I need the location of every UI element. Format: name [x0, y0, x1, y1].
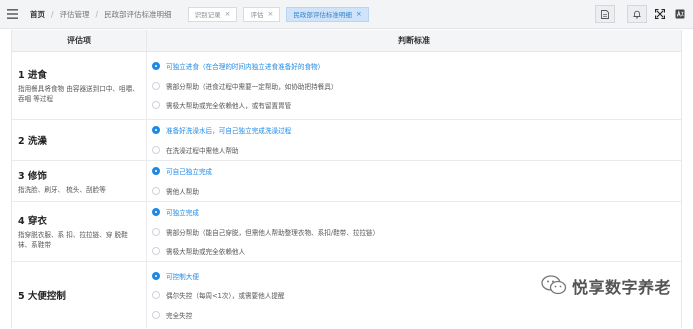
breadcrumb: 首页 / 评估管理 / 民政部评估标准明细 [30, 9, 172, 20]
item-description: 指穿脱衣服、系 扣、拉拉链、穿 脱鞋袜、系鞋带 [18, 231, 128, 249]
breadcrumb-home[interactable]: 首页 [30, 9, 45, 20]
radio-button[interactable] [152, 291, 160, 299]
option-label: 可控制大便 [166, 272, 199, 281]
radio-button[interactable] [152, 247, 160, 255]
criteria-options: 可独立进食（在合理的时间内独立进食准备好的食物） 需部分帮助（进食过程中需要一定… [147, 52, 681, 119]
radio-option[interactable]: 可独立完成 [152, 202, 681, 222]
radio-option[interactable]: 需极大帮助或完全依赖他人，或有留置胃管 [152, 95, 681, 115]
option-label: 准备好洗澡水后，可自己独立完成洗澡过程 [166, 127, 292, 136]
radio-button[interactable] [152, 208, 160, 216]
radio-option[interactable]: 需极大帮助或完全依赖他人 [152, 241, 681, 261]
item-title: 4 穿衣 [18, 216, 47, 227]
assessment-item: 4 穿衣 指穿脱衣服、系 扣、拉拉链、穿 脱鞋袜、系鞋带 [12, 202, 147, 261]
column-header-criteria: 判断标准 [398, 36, 430, 45]
assessment-item: 2 洗澡 [12, 120, 147, 160]
table-row: 2 洗澡 准备好洗澡水后，可自己独立完成洗澡过程 在洗澡过程中需他人帮助 [12, 120, 681, 161]
radio-button[interactable] [152, 186, 160, 195]
criteria-options: 可独立完成 需部分帮助（能自己穿脱，但需他人帮助整理衣物、系扣/鞋带、拉拉链） … [147, 202, 681, 261]
menu-toggle-icon[interactable] [0, 0, 24, 29]
close-icon[interactable]: × [267, 10, 273, 18]
assessment-item: 1 进食 指用餐具将食物 由容器送到口中、咀嚼、吞咽 等过程 [12, 52, 147, 119]
radio-button[interactable] [152, 310, 160, 319]
tab-standard-detail[interactable]: 民政部评估标准明细 × [286, 6, 369, 22]
item-title: 5 大便控制 [18, 291, 66, 302]
item-title: 3 修饰 [18, 170, 47, 182]
option-label: 偶尔失控（每周<1次），或需要他人提醒 [166, 292, 285, 300]
option-label: 需部分帮助（能自己穿脱，但需他人帮助整理衣物、系扣/鞋带、拉拉链） [166, 228, 380, 237]
radio-button[interactable] [152, 227, 160, 236]
breadcrumb-separator: / [51, 9, 54, 19]
breadcrumb-item[interactable]: 评估管理 [60, 9, 90, 20]
radio-button[interactable] [152, 271, 160, 280]
bell-icon[interactable] [627, 5, 647, 23]
option-label: 可自己独立完成 [166, 168, 213, 177]
tab-label: 民政部评估标准明细 [293, 11, 352, 19]
option-label: 需极大帮助或完全依赖他人，或有留置胃管 [166, 102, 292, 110]
watermark: 悦享数字养老 [540, 274, 671, 298]
tab-label: 识别记录 [194, 11, 221, 19]
item-description: 指洗脸、刷牙、 梳头、刮脸等 [18, 185, 106, 194]
radio-button[interactable] [152, 126, 160, 135]
radio-button[interactable] [152, 167, 160, 176]
tab-recognition-records[interactable]: 识别记录 × [187, 6, 238, 22]
column-header-item: 评估项 [12, 30, 147, 51]
table-header: 评估项 判断标准 [12, 30, 681, 52]
radio-button[interactable] [152, 145, 160, 154]
radio-option[interactable]: 需他人帮助 [152, 181, 681, 201]
tab-assessment[interactable]: 评估 × [243, 6, 281, 22]
item-title: 1 进食 [18, 70, 47, 81]
table-row: 3 修饰 指洗脸、刷牙、 梳头、刮脸等 可自己独立完成 需他人帮助 [12, 161, 681, 202]
document-icon[interactable] [595, 5, 615, 23]
option-label: 需极大帮助或完全依赖他人 [166, 248, 246, 256]
option-label: 需他人帮助 [166, 187, 199, 196]
radio-option[interactable]: 可自己独立完成 [152, 162, 681, 182]
radio-button[interactable] [152, 81, 160, 90]
item-description: 指用餐具将食物 由容器送到口中、咀嚼、吞咽 等过程 [18, 85, 139, 103]
watermark-text: 悦享数字养老 [572, 278, 672, 297]
table-row: 4 穿衣 指穿脱衣服、系 扣、拉拉链、穿 脱鞋袜、系鞋带 可独立完成 需部分帮助… [12, 202, 681, 262]
radio-option[interactable]: 在洗澡过程中需他人帮助 [152, 140, 681, 160]
close-icon[interactable]: × [356, 10, 362, 18]
close-icon[interactable]: × [225, 10, 231, 18]
radio-button[interactable] [152, 62, 160, 70]
breadcrumb-separator: / [95, 9, 99, 19]
breadcrumb-item: 民政部评估标准明细 [104, 9, 172, 19]
assessment-item: 3 修饰 指洗脸、刷牙、 梳头、刮脸等 [12, 161, 147, 201]
fullscreen-icon[interactable] [653, 5, 667, 23]
assessment-item: 5 大便控制 [12, 262, 147, 328]
item-title: 2 洗澡 [18, 136, 47, 147]
tag-tabs: 识别记录 × 评估 × 民政部评估标准明细 × [187, 6, 375, 22]
radio-option[interactable]: 准备好洗澡水后，可自己独立完成洗澡过程 [152, 121, 681, 141]
tab-label: 评估 [250, 11, 264, 19]
language-icon[interactable] [673, 5, 687, 23]
criteria-options: 可自己独立完成 需他人帮助 [147, 161, 681, 201]
top-bar: 首页 / 评估管理 / 民政部评估标准明细 识别记录 × 评估 × 民政部评估标准明… [0, 0, 693, 29]
radio-option[interactable]: 可独立进食（在合理的时间内独立进食准备好的食物） [152, 56, 681, 76]
radio-option[interactable]: 完全失控 [152, 305, 681, 325]
option-label: 在洗澡过程中需他人帮助 [166, 146, 239, 155]
option-label: 可独立完成 [166, 209, 199, 217]
toolbar-right [583, 5, 687, 23]
criteria-options: 准备好洗澡水后，可自己独立完成洗澡过程 在洗澡过程中需他人帮助 [147, 120, 681, 160]
radio-button[interactable] [152, 101, 160, 109]
wechat-icon [540, 274, 568, 298]
radio-option[interactable]: 需部分帮助（能自己穿脱，但需他人帮助整理衣物、系扣/鞋带、拉拉链） [152, 222, 681, 242]
table-row: 1 进食 指用餐具将食物 由容器送到口中、咀嚼、吞咽 等过程 可独立进食（在合理… [12, 52, 681, 120]
option-label: 完全失控 [166, 311, 193, 320]
option-label: 可独立进食（在合理的时间内独立进食准备好的食物） [166, 63, 325, 71]
radio-option[interactable]: 需部分帮助（进食过程中需要一定帮助，如协助把持餐具） [152, 76, 681, 96]
option-label: 需部分帮助（进食过程中需要一定帮助，如协助把持餐具） [166, 82, 338, 91]
